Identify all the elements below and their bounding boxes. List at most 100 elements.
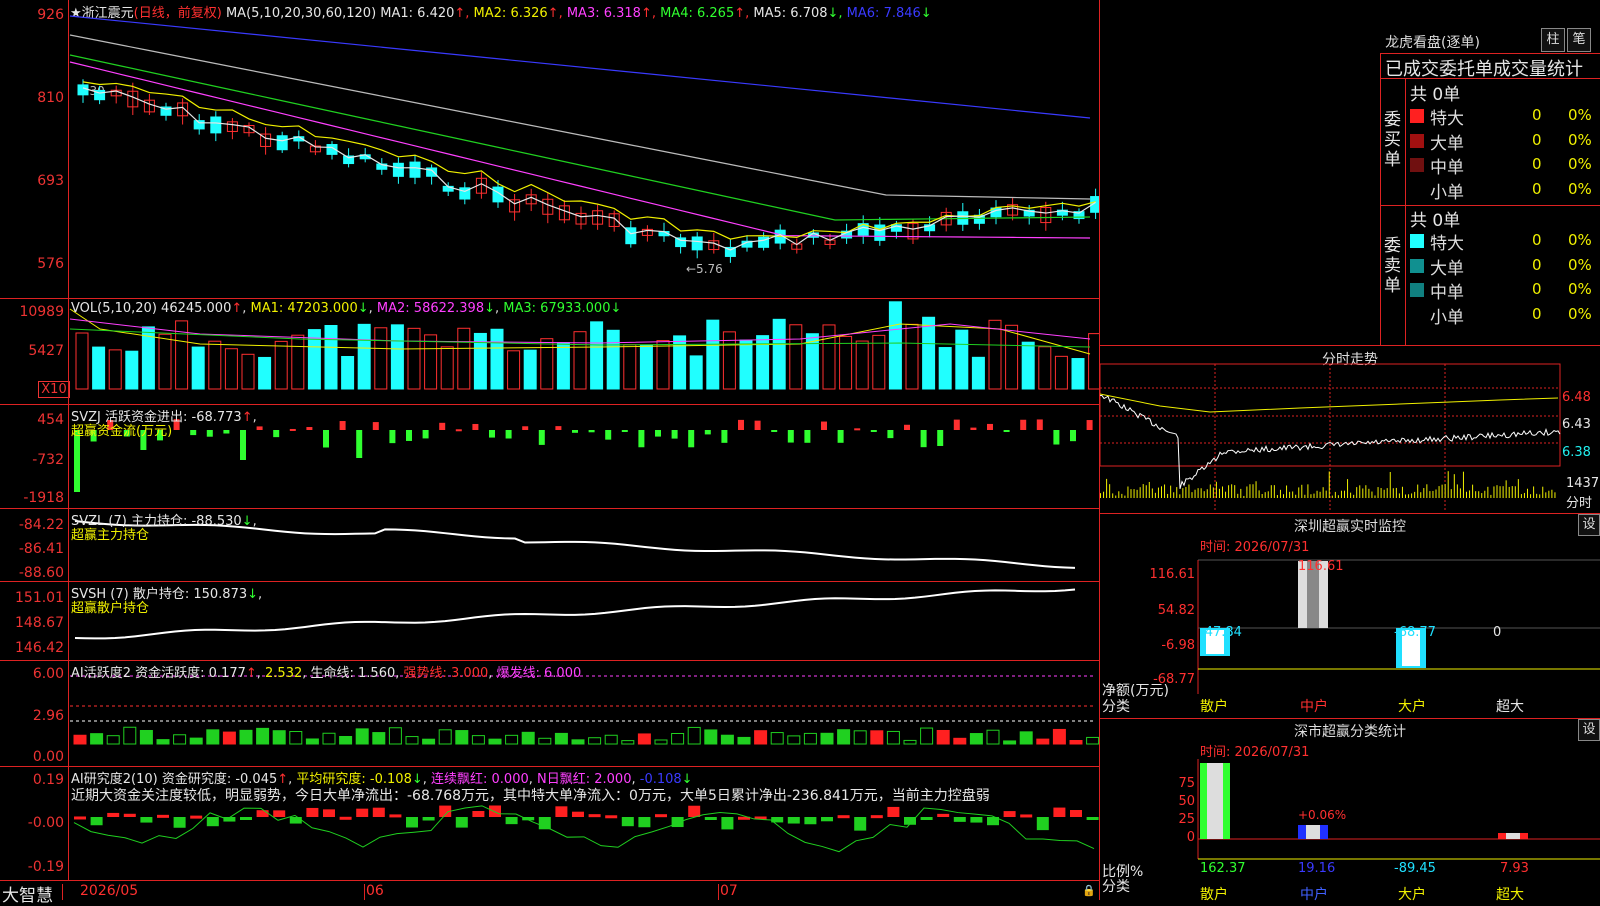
flow-bar bbox=[572, 430, 578, 433]
order-count: 0 bbox=[1532, 231, 1542, 249]
svsh-subtitle: 超赢散户持仓 bbox=[71, 601, 150, 616]
ma1-line bbox=[82, 87, 1096, 251]
order-row: 中单 0 0% bbox=[1406, 278, 1600, 303]
volume-bar bbox=[424, 334, 438, 390]
intraday-vol-bar bbox=[1423, 488, 1425, 498]
research-bar bbox=[74, 816, 86, 820]
intraday-vol-bar bbox=[1145, 485, 1147, 498]
intraday-vol-bar bbox=[1478, 491, 1480, 498]
flow-bar bbox=[987, 423, 993, 430]
volume-bar bbox=[1071, 358, 1085, 390]
intraday-vol-bar bbox=[1389, 472, 1391, 498]
avg-price-line bbox=[1100, 393, 1559, 413]
intraday-vol-bar bbox=[1328, 471, 1330, 498]
intraday-vol-bar bbox=[1392, 488, 1394, 498]
ai-active-header: AI活跃度2 资金活跃度: 0.177↑, 2.532, 生命线: 1.560,… bbox=[71, 666, 582, 681]
activity-bar bbox=[870, 730, 884, 745]
intraday-panel[interactable]: 分时走势 6.48 6.43 6.38 1437 分时 bbox=[1100, 346, 1600, 513]
y-tick: -1918 bbox=[23, 490, 64, 506]
intraday-vol-bar bbox=[1533, 486, 1535, 498]
ai-research-panel[interactable]: AI研究度2(10) 资金研究度: -0.045↑, 平均研究度: -0.108… bbox=[0, 767, 1099, 880]
volume-bar bbox=[507, 350, 521, 390]
research-bar bbox=[555, 806, 568, 817]
svsh-panel[interactable]: SVSH (7) 散户持仓: 150.873↓, 超赢散户持仓 151.01 1… bbox=[0, 582, 1099, 660]
cls-bar bbox=[1306, 825, 1320, 839]
svzj-panel[interactable]: SVZJ 活跃资金进出: -68.773↑, 超赢资金流(万元) 454 -73… bbox=[0, 405, 1099, 508]
activity-bar bbox=[256, 727, 270, 745]
intraday-vol-bar bbox=[1212, 487, 1214, 498]
intraday-vol-bar bbox=[1310, 494, 1312, 498]
intraday-vol-bar bbox=[1112, 493, 1114, 498]
kline-panel[interactable]: ★浙江震元(日线，前复权) MA(5,10,20,30,60,120) MA1:… bbox=[0, 0, 1099, 295]
intraday-vol-bar bbox=[1176, 487, 1178, 498]
intraday-vol-bar bbox=[1185, 487, 1187, 498]
intraday-vol-bar bbox=[1356, 487, 1358, 498]
classification-panel[interactable]: 深市超赢分类统计 设 时间: 2026/07/31 75 50 25 0 +0.… bbox=[1100, 719, 1600, 903]
order-pct: 0% bbox=[1568, 255, 1592, 274]
activity-bar bbox=[90, 733, 104, 745]
research-bar bbox=[190, 815, 203, 819]
research-bar bbox=[1086, 817, 1099, 820]
sz-x-label: 分类 bbox=[1102, 699, 1130, 715]
order-row: 特大 0 0% bbox=[1406, 104, 1600, 129]
flow-bar bbox=[970, 427, 977, 430]
lock-icon[interactable]: 🔒 bbox=[1082, 884, 1096, 897]
intraday-vol-bar bbox=[1133, 489, 1135, 498]
intraday-vol-bar bbox=[1106, 478, 1108, 498]
intraday-vol-bar bbox=[1444, 484, 1446, 498]
activity-bar bbox=[969, 733, 983, 745]
research-bar bbox=[289, 817, 302, 824]
intraday-vol-bar bbox=[1459, 488, 1461, 498]
activity-bar bbox=[388, 727, 402, 745]
volume-bar bbox=[556, 342, 570, 390]
y-tick: 0.19 bbox=[32, 772, 64, 788]
intraday-vol-bar bbox=[1252, 484, 1254, 498]
ai-active-panel[interactable]: AI活跃度2 资金活跃度: 0.177↑, 2.532, 生命线: 1.560,… bbox=[0, 661, 1099, 766]
research-bar bbox=[1036, 817, 1049, 831]
intraday-vol-bar bbox=[1215, 481, 1217, 498]
volume-bar bbox=[75, 332, 89, 390]
flow-bar bbox=[771, 430, 778, 432]
intraday-vol-bar bbox=[1121, 493, 1123, 498]
intraday-vol-bar bbox=[1279, 489, 1281, 498]
research-bar bbox=[1020, 814, 1033, 818]
research-bar bbox=[422, 817, 435, 821]
order-count: 0 bbox=[1532, 280, 1542, 298]
intraday-vol-bar bbox=[1408, 494, 1410, 498]
cls-value: 19.16 bbox=[1298, 861, 1336, 876]
ai-active-burst: 爆发线: 6.000 bbox=[496, 666, 582, 681]
research-bar bbox=[688, 805, 701, 817]
flow-bar bbox=[240, 430, 246, 460]
volume-bar bbox=[92, 346, 106, 390]
intraday-vol-bar bbox=[1475, 491, 1477, 498]
activity-bar bbox=[73, 734, 87, 745]
intraday-vol-bar bbox=[1411, 493, 1413, 498]
order-pct: 0% bbox=[1568, 304, 1592, 323]
order-pct: 0% bbox=[1568, 155, 1592, 173]
volume-bar bbox=[258, 356, 272, 390]
flow-bar bbox=[937, 430, 944, 446]
research-bar bbox=[389, 814, 402, 818]
activity-bar bbox=[206, 729, 220, 745]
order-type: 中单 bbox=[1430, 158, 1464, 178]
activity-bar bbox=[1069, 740, 1083, 745]
intraday-vol-bar bbox=[1417, 484, 1419, 498]
research-bar bbox=[870, 815, 883, 819]
intraday-vol-bar bbox=[1386, 488, 1388, 498]
volume-bar bbox=[224, 348, 238, 390]
volume-panel[interactable]: VOL(5,10,20) 46245.000↑, MA1: 47203.000↓… bbox=[0, 299, 1099, 404]
sell-total: 共 0单 bbox=[1410, 211, 1461, 231]
bar-mode-button[interactable]: 柱 bbox=[1541, 28, 1565, 52]
tick-mode-button[interactable]: 笔 bbox=[1567, 28, 1591, 52]
research-bar bbox=[572, 811, 584, 817]
research-bar bbox=[887, 806, 900, 817]
activity-bar bbox=[505, 734, 519, 745]
intraday-vol-bar bbox=[1304, 494, 1306, 498]
intraday-vol-bar bbox=[1325, 490, 1327, 498]
svzl-panel[interactable]: SVZL (7) 主力持仓: -88.530↓, 超赢主力持仓 -84.22 -… bbox=[0, 509, 1099, 581]
flow-bar bbox=[538, 430, 545, 445]
dragon-tiger-panel: 龙虎看盘(逐单) 柱 笔 已成交委托单成交量统计 委买单 委卖单 共 0单 共 … bbox=[1100, 0, 1600, 345]
activity-bar bbox=[189, 737, 203, 745]
sz-monitor-panel[interactable]: 深圳超赢实时监控 设 时间: 2026/07/31 116.61 54.82 -… bbox=[1100, 514, 1600, 718]
sz-value-retail: -47.84 bbox=[1200, 625, 1242, 640]
